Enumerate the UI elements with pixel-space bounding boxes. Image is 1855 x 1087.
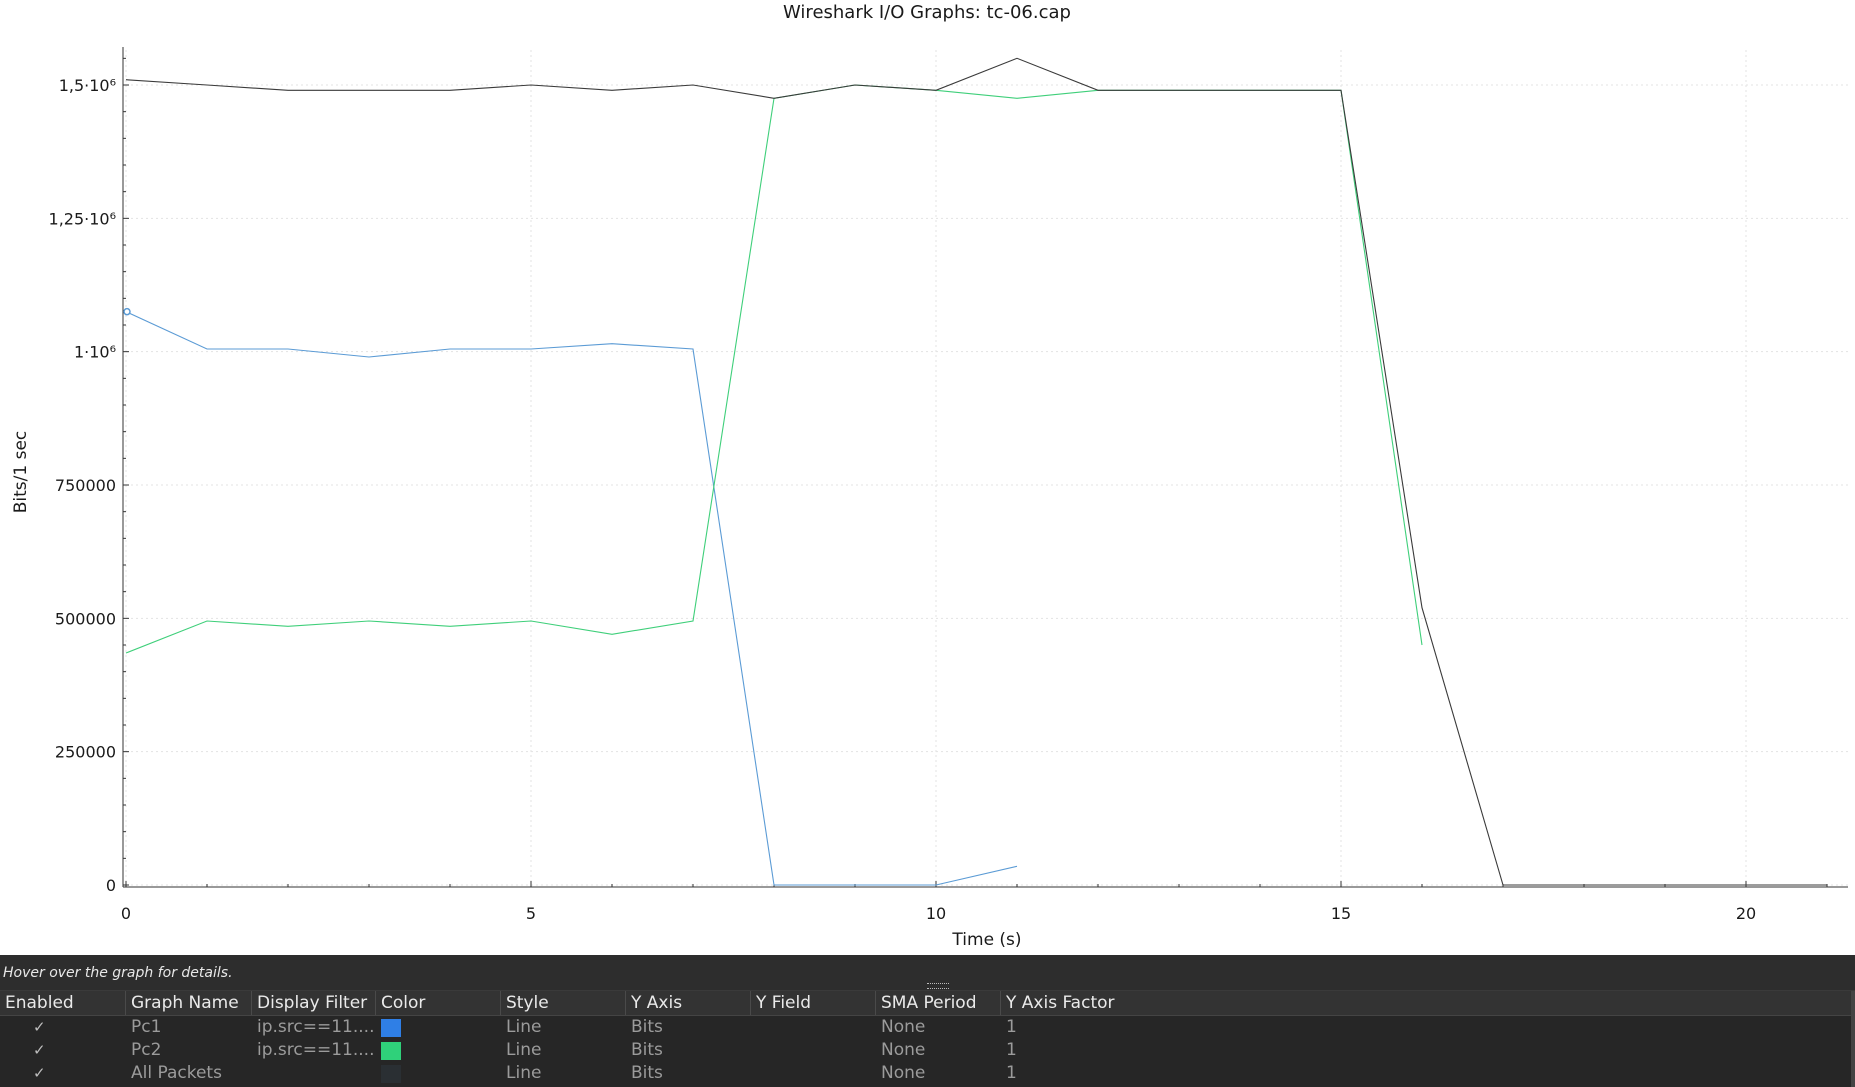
x-tick-label: 10 — [926, 904, 946, 923]
style-cell[interactable]: Line — [506, 1039, 541, 1061]
x-tick-label: 15 — [1331, 904, 1351, 923]
io-graph-plot[interactable]: Wireshark I/O Graphs: tc-06.cap 0 250000 50… — [0, 0, 1855, 955]
column-header-graph-name[interactable]: Graph Name — [126, 991, 252, 1015]
display-filter-cell[interactable]: ip.src==11.... — [257, 1039, 373, 1061]
graphs-table-header: Enabled Graph Name Display Filter Color … — [0, 991, 1851, 1016]
x-tick-label: 20 — [1736, 904, 1756, 923]
column-header-y-axis-factor[interactable]: Y Axis Factor — [1001, 991, 1851, 1015]
column-header-y-axis[interactable]: Y Axis — [626, 991, 751, 1015]
line-chart[interactable]: Wireshark I/O Graphs: tc-06.cap025000050… — [0, 0, 1855, 955]
splitter-handle[interactable] — [927, 983, 949, 989]
color-swatch[interactable] — [381, 1065, 401, 1083]
x-axis-label: Time (s) — [951, 930, 1021, 950]
column-header-y-field[interactable]: Y Field — [751, 991, 876, 1015]
y-tick-label: 750000 — [55, 476, 116, 495]
hover-hint-text: Hover over the graph for details. — [3, 965, 233, 981]
graph-name-cell[interactable]: All Packets — [131, 1062, 222, 1084]
y-tick-label: 0 — [106, 876, 116, 895]
style-cell[interactable]: Line — [506, 1016, 541, 1038]
column-header-style[interactable]: Style — [501, 991, 626, 1015]
color-swatch[interactable] — [381, 1042, 401, 1060]
graph-name-cell[interactable]: Pc2 — [131, 1039, 161, 1061]
y-axis-cell[interactable]: Bits — [631, 1062, 663, 1084]
graph-row-all-packets[interactable]: ✓ All Packets Line Bits None 1 — [0, 1062, 1851, 1084]
series-line-pc2 — [125, 84, 1423, 654]
y-axis-factor-cell[interactable]: 1 — [1006, 1039, 1017, 1061]
color-swatch[interactable] — [381, 1019, 401, 1037]
graph-row-pc2[interactable]: ✓ Pc2 ip.src==11.... Line Bits None 1 — [0, 1039, 1851, 1061]
table-scrollbar[interactable] — [1851, 991, 1855, 1087]
graphs-table[interactable]: Enabled Graph Name Display Filter Color … — [0, 990, 1855, 1087]
series-line-all-packets — [125, 57, 1827, 886]
display-filter-cell[interactable] — [257, 1062, 373, 1084]
x-tick-label: 0 — [121, 904, 131, 923]
sma-period-cell[interactable]: None — [881, 1062, 925, 1084]
column-header-sma-period[interactable]: SMA Period — [876, 991, 1001, 1015]
y-axis-factor-cell[interactable]: 1 — [1006, 1062, 1017, 1084]
y-axis-label: Bits/1 sec — [11, 431, 31, 514]
y-axis-factor-cell[interactable]: 1 — [1006, 1016, 1017, 1038]
enabled-checkbox[interactable]: ✓ — [33, 1062, 46, 1084]
y-tick-label: 500000 — [55, 609, 116, 628]
data-point-marker — [123, 307, 131, 316]
y-tick-label: 1,25·10⁶ — [49, 209, 116, 228]
display-filter-cell[interactable]: ip.src==11.... — [257, 1016, 373, 1038]
y-axis-cell[interactable]: Bits — [631, 1039, 663, 1061]
column-header-enabled[interactable]: Enabled — [0, 991, 126, 1015]
graph-row-pc1[interactable]: ✓ Pc1 ip.src==11.... Line Bits None 1 — [0, 1016, 1851, 1038]
sma-period-cell[interactable]: None — [881, 1016, 925, 1038]
enabled-checkbox[interactable]: ✓ — [33, 1039, 46, 1061]
column-header-color[interactable]: Color — [376, 991, 501, 1015]
y-axis-cell[interactable]: Bits — [631, 1016, 663, 1038]
chart-title: Wireshark I/O Graphs: tc-06.cap — [783, 2, 1071, 23]
graph-settings-panel: Hover over the graph for details. Enable… — [0, 955, 1855, 1087]
column-header-display-filter[interactable]: Display Filter — [252, 991, 376, 1015]
y-tick-label: 1,5·10⁶ — [59, 76, 116, 95]
x-tick-label: 5 — [526, 904, 536, 923]
enabled-checkbox[interactable]: ✓ — [33, 1016, 46, 1038]
graph-name-cell[interactable]: Pc1 — [131, 1016, 161, 1038]
series-line-pc1 — [125, 311, 1018, 886]
sma-period-cell[interactable]: None — [881, 1039, 925, 1061]
y-tick-label: 1·10⁶ — [74, 343, 116, 362]
y-tick-label: 250000 — [55, 743, 116, 762]
style-cell[interactable]: Line — [506, 1062, 541, 1084]
